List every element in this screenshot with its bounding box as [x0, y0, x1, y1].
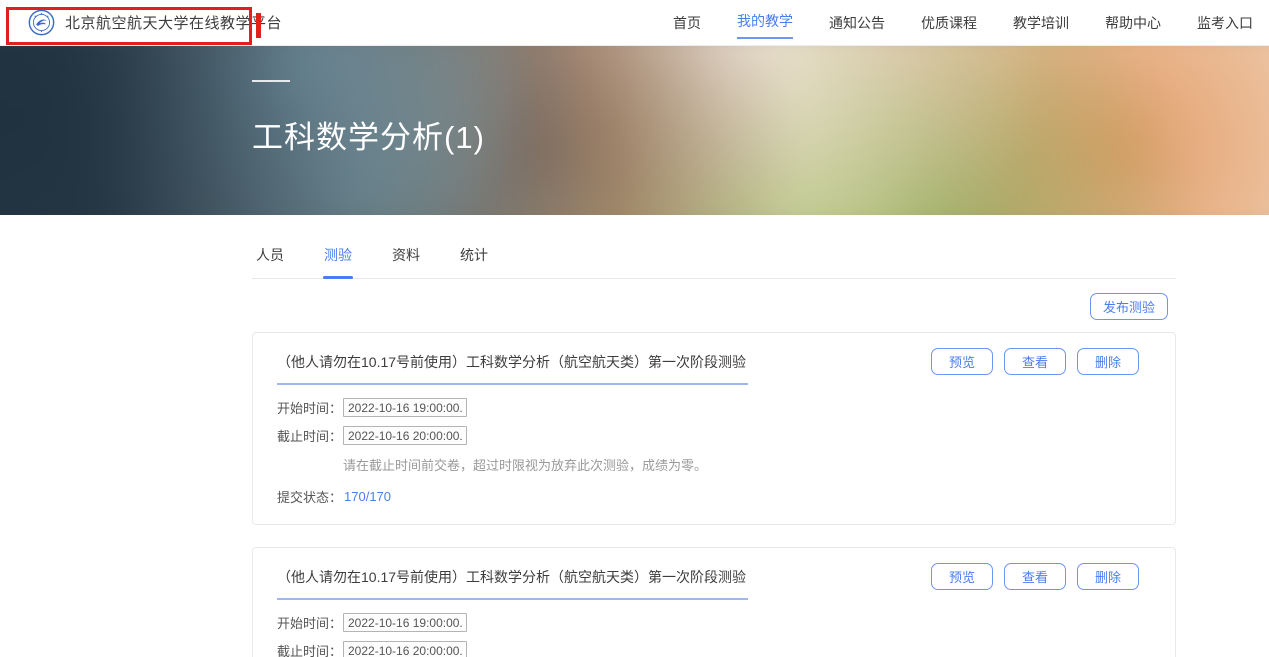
quiz-card: （他人请勿在10.17号前使用）工科数学分析（航空航天类）第一次阶段测验 预览 … — [252, 547, 1176, 657]
end-time-input[interactable] — [343, 641, 467, 657]
main-nav: 首页 我的教学 通知公告 优质课程 教学培训 帮助中心 监考入口 — [673, 7, 1259, 39]
start-time-input[interactable] — [343, 398, 467, 417]
main-content: 人员 测验 资料 统计 发布测验 （他人请勿在10.17号前使用）工科数学分析（… — [252, 215, 1176, 657]
view-button[interactable]: 查看 — [1004, 348, 1066, 375]
preview-button[interactable]: 预览 — [931, 348, 993, 375]
preview-button[interactable]: 预览 — [931, 563, 993, 590]
start-time-label: 开始时间： — [277, 398, 343, 417]
course-tabs: 人员 测验 资料 统计 — [252, 239, 1176, 279]
delete-button[interactable]: 删除 — [1077, 563, 1139, 590]
tab-statistics[interactable]: 统计 — [460, 239, 488, 278]
submission-status-link[interactable]: 170/170 — [344, 489, 391, 504]
deadline-note: 请在截止时间前交卷，超过时限视为放弃此次测验，成绩为零。 — [343, 455, 1151, 474]
platform-title: 北京航空航天大学在线教学平台 — [65, 12, 282, 33]
quiz-toolbar: 发布测验 — [252, 279, 1176, 332]
start-time-label: 开始时间： — [277, 613, 343, 632]
submission-status-label: 提交状态： — [277, 487, 342, 506]
quiz-card-head: （他人请勿在10.17号前使用）工科数学分析（航空航天类）第一次阶段测验 预览 … — [277, 348, 1151, 385]
end-time-input[interactable] — [343, 426, 467, 445]
course-hero-banner: 工科数学分析(1) — [0, 46, 1269, 215]
start-time-row: 开始时间： — [277, 398, 1151, 417]
end-time-label: 截止时间： — [277, 426, 343, 445]
course-title: 工科数学分析(1) — [252, 112, 485, 157]
start-time-input[interactable] — [343, 613, 467, 632]
end-time-label: 截止时间： — [277, 641, 343, 657]
top-header: 北京航空航天大学在线教学平台 首页 我的教学 通知公告 优质课程 教学培训 帮助… — [0, 0, 1269, 46]
tab-members[interactable]: 人员 — [256, 239, 284, 278]
nav-item-home[interactable]: 首页 — [673, 9, 701, 37]
tab-materials[interactable]: 资料 — [392, 239, 420, 278]
delete-button[interactable]: 删除 — [1077, 348, 1139, 375]
nav-item-help-center[interactable]: 帮助中心 — [1105, 9, 1161, 37]
start-time-row: 开始时间： — [277, 613, 1151, 632]
nav-item-quality-courses[interactable]: 优质课程 — [921, 9, 977, 37]
banner-content: 工科数学分析(1) — [252, 80, 485, 157]
end-time-row: 截止时间： — [277, 641, 1151, 657]
quiz-actions: 预览 查看 删除 — [931, 563, 1151, 590]
platform-logo[interactable]: 北京航空航天大学在线教学平台 — [28, 9, 282, 36]
view-button[interactable]: 查看 — [1004, 563, 1066, 590]
nav-item-proctor-entry[interactable]: 监考入口 — [1197, 9, 1253, 37]
publish-quiz-button[interactable]: 发布测验 — [1090, 293, 1168, 320]
quiz-title: （他人请勿在10.17号前使用）工科数学分析（航空航天类）第一次阶段测验 — [277, 563, 748, 600]
quiz-card-head: （他人请勿在10.17号前使用）工科数学分析（航空航天类）第一次阶段测验 预览 … — [277, 563, 1151, 600]
banner-background-image — [0, 46, 1269, 215]
university-seal-icon — [28, 9, 55, 36]
nav-item-announcements[interactable]: 通知公告 — [829, 9, 885, 37]
end-time-row: 截止时间： — [277, 426, 1151, 445]
submission-status-row: 提交状态： 170/170 — [277, 487, 1151, 506]
nav-item-my-teaching[interactable]: 我的教学 — [737, 7, 793, 39]
quiz-card: （他人请勿在10.17号前使用）工科数学分析（航空航天类）第一次阶段测验 预览 … — [252, 332, 1176, 525]
nav-item-teacher-training[interactable]: 教学培训 — [1013, 9, 1069, 37]
quiz-title: （他人请勿在10.17号前使用）工科数学分析（航空航天类）第一次阶段测验 — [277, 348, 748, 385]
quiz-actions: 预览 查看 删除 — [931, 348, 1151, 375]
tab-quizzes[interactable]: 测验 — [324, 239, 352, 278]
banner-dash-decoration — [252, 80, 290, 82]
